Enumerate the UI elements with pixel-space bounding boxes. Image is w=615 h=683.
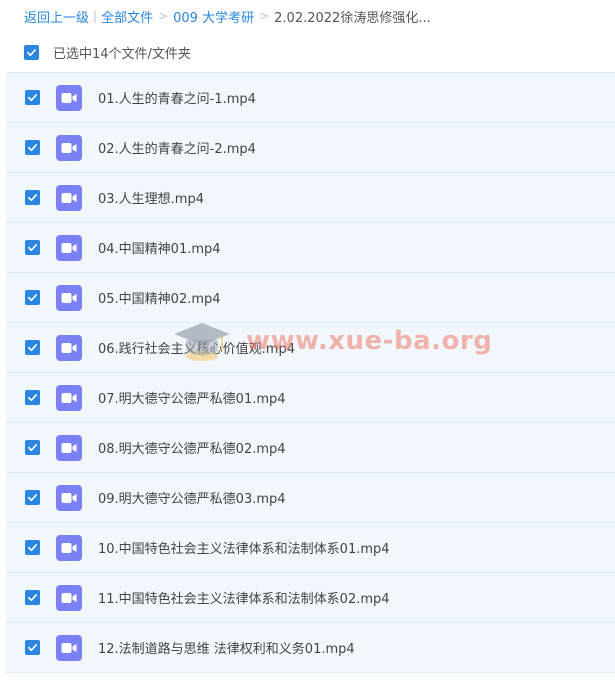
checkmark-icon	[28, 194, 37, 202]
file-name[interactable]: 06.践行社会主义核心价值观.mp4	[98, 338, 295, 357]
file-checkbox[interactable]	[25, 540, 40, 555]
file-row[interactable]: 05.中国精神02.mp4	[6, 273, 615, 323]
checkmark-icon	[28, 544, 37, 552]
file-row[interactable]: 03.人生理想.mp4	[6, 173, 615, 223]
checkmark-icon	[27, 48, 36, 56]
breadcrumb-divider: |	[93, 9, 98, 23]
file-name[interactable]: 05.中国精神02.mp4	[98, 288, 221, 307]
file-checkbox[interactable]	[25, 440, 40, 455]
file-name[interactable]: 09.明大德守公德严私德03.mp4	[98, 488, 286, 507]
file-name[interactable]: 01.人生的青春之问-1.mp4	[98, 88, 256, 107]
file-checkbox[interactable]	[25, 490, 40, 505]
checkmark-icon	[28, 144, 37, 152]
file-name[interactable]: 02.人生的青春之问-2.mp4	[98, 138, 256, 157]
breadcrumb-chevron: >	[259, 9, 270, 23]
file-name[interactable]: 08.明大德守公德严私德02.mp4	[98, 438, 286, 457]
file-name[interactable]: 10.中国特色社会主义法律体系和法制体系01.mp4	[98, 538, 390, 557]
video-file-icon	[56, 284, 82, 311]
checkmark-icon	[28, 344, 37, 352]
breadcrumb-current: 2.02.2022徐涛思修强化...	[274, 10, 431, 26]
video-file-icon	[56, 584, 82, 611]
file-checkbox[interactable]	[25, 390, 40, 405]
select-all-checkbox[interactable]	[24, 44, 39, 60]
breadcrumb-all-files[interactable]: 全部文件	[101, 7, 153, 26]
video-file-icon	[56, 134, 82, 161]
video-file-icon	[56, 384, 82, 411]
video-file-icon	[56, 434, 82, 461]
breadcrumb: 返回上一级 | 全部文件 > 009 大学考研 > 2.02.2022徐涛思修强…	[0, 0, 615, 32]
video-file-icon	[56, 534, 82, 561]
file-name[interactable]: 12.法制道路与思维 法律权利和义务01.mp4	[98, 638, 355, 657]
checkmark-icon	[28, 594, 37, 602]
file-row[interactable]: 06.践行社会主义核心价值观.mp4	[6, 323, 615, 373]
file-name[interactable]: 11.中国特色社会主义法律体系和法制体系02.mp4	[98, 588, 390, 607]
checkmark-icon	[28, 444, 37, 452]
file-checkbox[interactable]	[25, 290, 40, 305]
video-file-icon	[56, 484, 82, 511]
file-checkbox[interactable]	[25, 90, 40, 105]
video-file-icon	[56, 84, 82, 111]
file-checkbox[interactable]	[25, 140, 40, 155]
file-list: 01.人生的青春之问-1.mp4 02.人生的青春之问-2.mp4 03.人生理想.…	[6, 72, 615, 673]
file-checkbox[interactable]	[25, 190, 40, 205]
file-row[interactable]: 01.人生的青春之问-1.mp4	[6, 72, 615, 123]
video-file-icon	[56, 634, 82, 661]
checkmark-icon	[28, 244, 37, 252]
checkmark-icon	[28, 394, 37, 402]
file-checkbox[interactable]	[25, 340, 40, 355]
file-row[interactable]: 02.人生的青春之问-2.mp4	[6, 123, 615, 173]
checkmark-icon	[28, 294, 37, 302]
breadcrumb-folder[interactable]: 009 大学考研	[173, 7, 254, 26]
checkmark-icon	[28, 94, 37, 102]
video-file-icon	[56, 184, 82, 211]
video-file-icon	[56, 234, 82, 261]
file-name[interactable]: 03.人生理想.mp4	[98, 188, 204, 207]
file-row[interactable]: 04.中国精神01.mp4	[6, 223, 615, 273]
selection-count: 已选中14个文件/文件夹	[53, 46, 191, 62]
file-checkbox[interactable]	[25, 240, 40, 255]
file-row[interactable]: 12.法制道路与思维 法律权利和义务01.mp4	[6, 623, 615, 673]
selection-bar: 已选中14个文件/文件夹	[0, 32, 615, 72]
file-name[interactable]: 07.明大德守公德严私德01.mp4	[98, 388, 286, 407]
video-file-icon	[56, 334, 82, 361]
file-name[interactable]: 04.中国精神01.mp4	[98, 238, 221, 257]
checkmark-icon	[28, 494, 37, 502]
back-link[interactable]: 返回上一级	[24, 7, 89, 26]
file-checkbox[interactable]	[25, 590, 40, 605]
breadcrumb-chevron: >	[158, 9, 169, 23]
checkmark-icon	[28, 644, 37, 652]
file-row[interactable]: 11.中国特色社会主义法律体系和法制体系02.mp4	[6, 573, 615, 623]
file-row[interactable]: 09.明大德守公德严私德03.mp4	[6, 473, 615, 523]
file-row[interactable]: 07.明大德守公德严私德01.mp4	[6, 373, 615, 423]
file-row[interactable]: 08.明大德守公德严私德02.mp4	[6, 423, 615, 473]
file-checkbox[interactable]	[25, 640, 40, 655]
file-row[interactable]: 10.中国特色社会主义法律体系和法制体系01.mp4	[6, 523, 615, 573]
